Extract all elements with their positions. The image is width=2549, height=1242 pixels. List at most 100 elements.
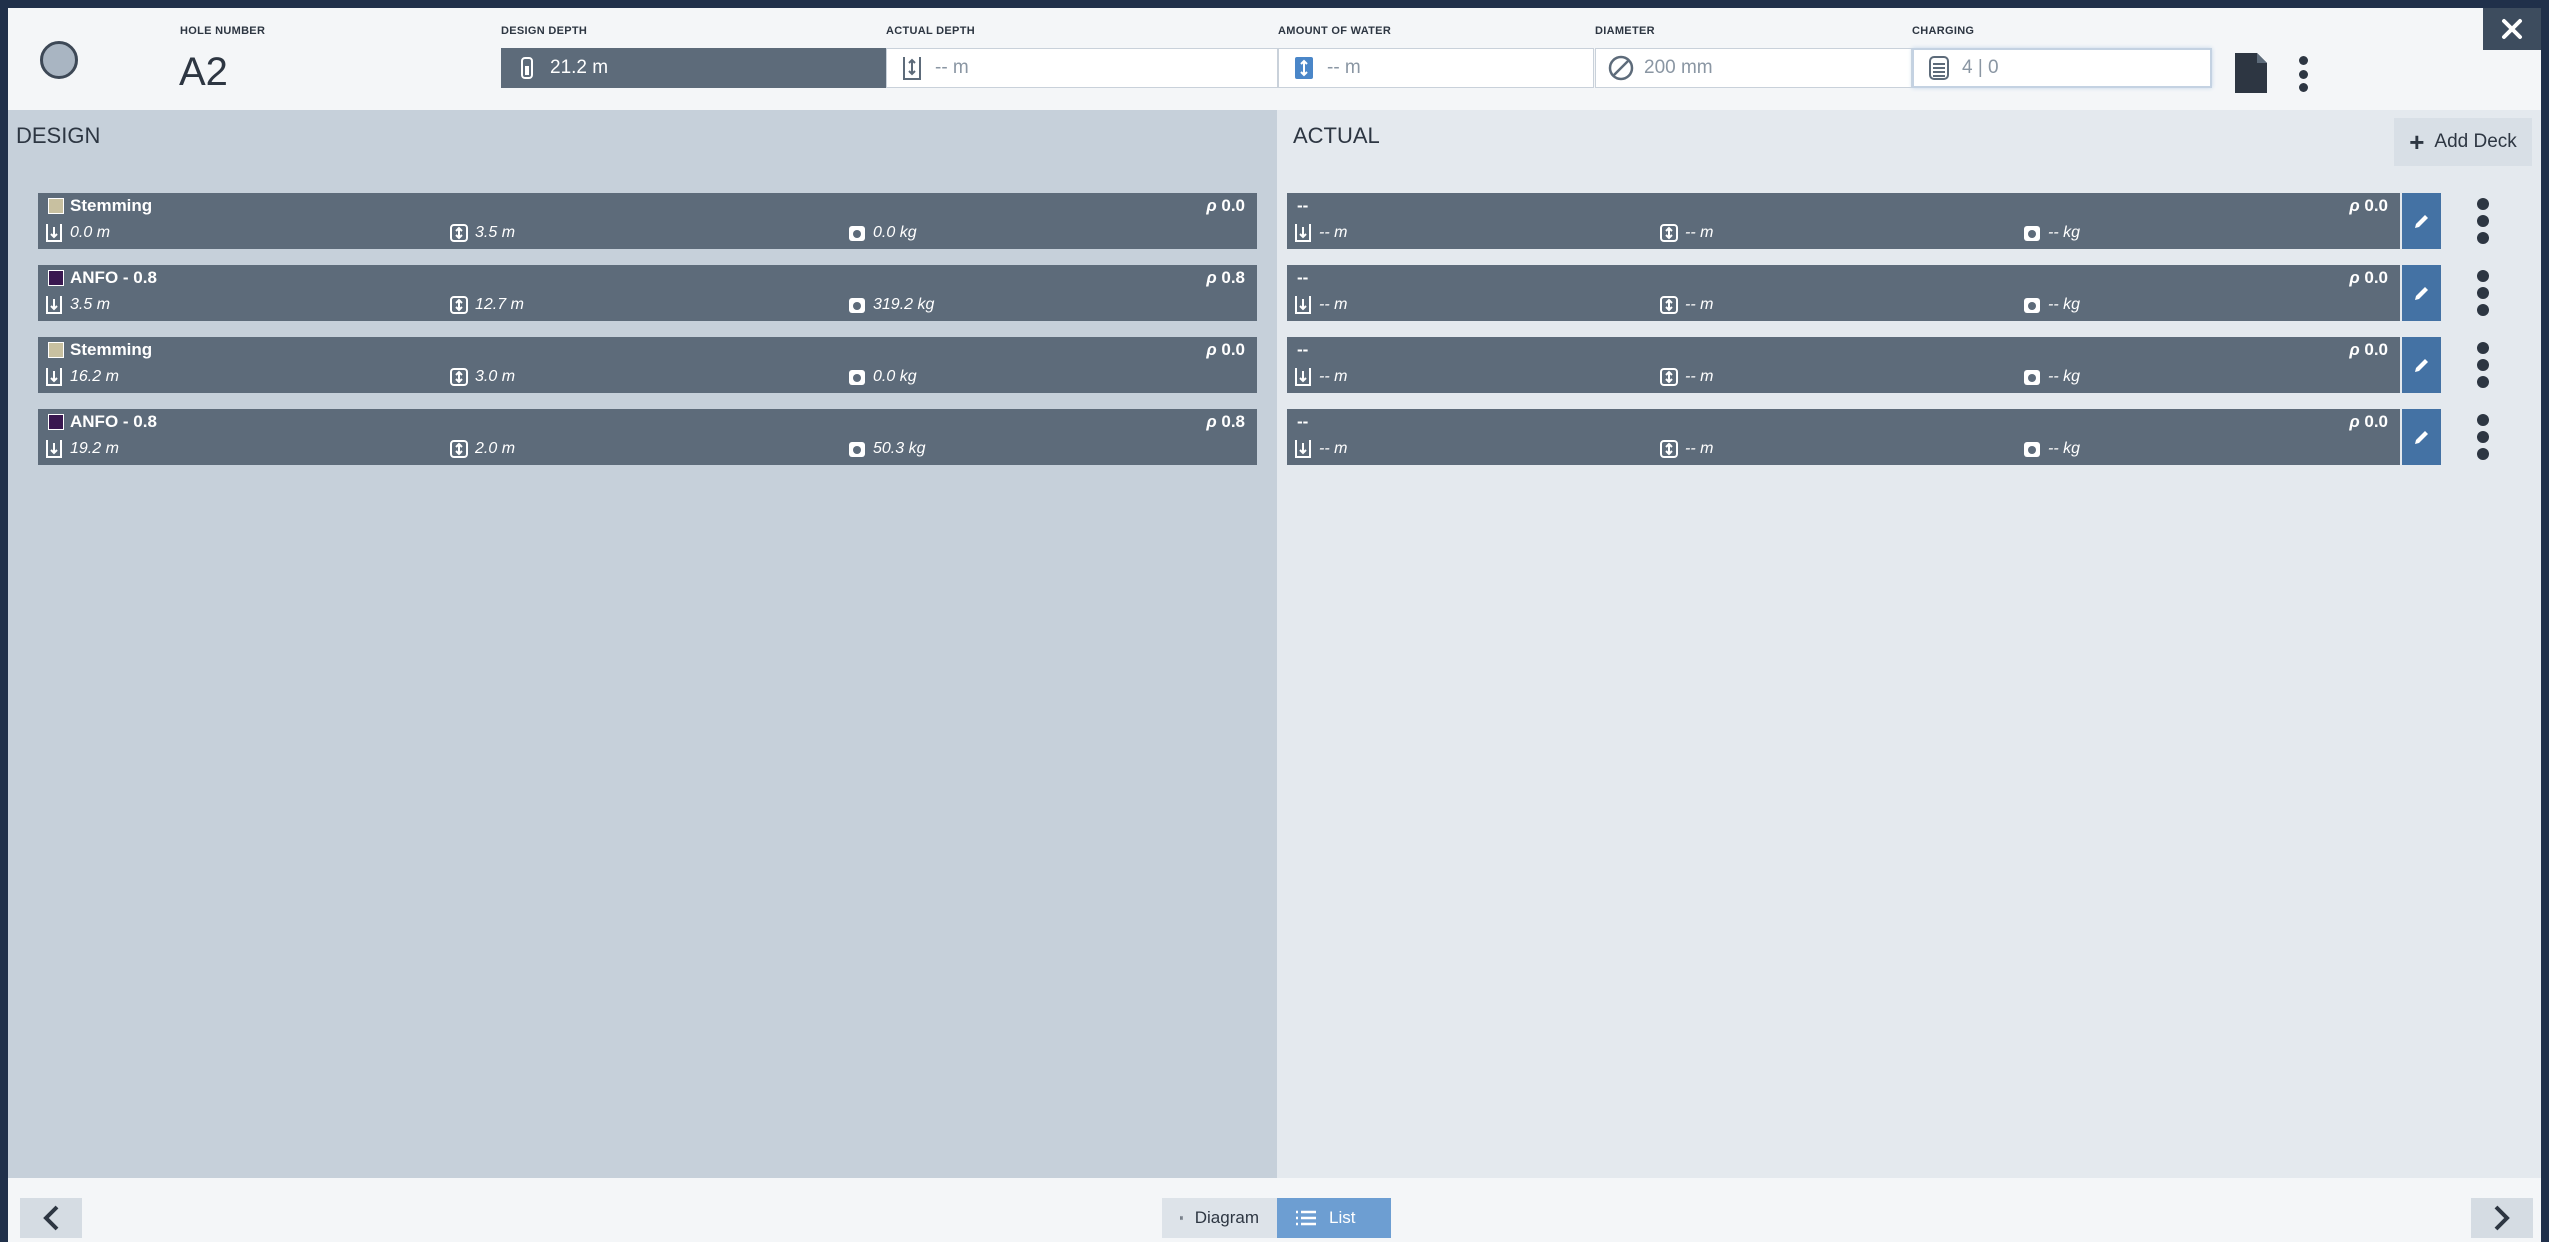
next-hole-button[interactable] <box>2471 1198 2533 1238</box>
deck-weight-icon <box>2024 442 2040 457</box>
charging-label: CHARGING <box>1912 25 1975 37</box>
water-label: AMOUNT OF WATER <box>1278 25 1392 37</box>
design-depth-field: 21.2 m <box>501 48 886 88</box>
actual-depth-value: -- m <box>935 57 969 78</box>
deck-mass-value: -- kg <box>2048 440 2080 457</box>
more-options-button[interactable] <box>2298 56 2308 92</box>
deck-length-icon <box>450 296 468 314</box>
design-deck-row[interactable]: Stemming ρ 0.0 16.2 m 3.0 m 0.0 kg <box>38 337 1257 393</box>
deck-weight-icon <box>849 370 865 385</box>
diameter-input[interactable]: 200 mm <box>1595 48 1912 88</box>
view-toggle: Diagram List <box>1162 1198 1391 1238</box>
hole-depth-icon <box>514 54 540 82</box>
design-panel-title: DESIGN <box>16 123 101 148</box>
actual-deck-row[interactable]: -- ρ 0.0 -- m -- m -- kg <box>1287 409 2400 465</box>
actual-deck-row[interactable]: -- ρ 0.0 -- m -- m -- kg <box>1287 265 2400 321</box>
deck-length-icon <box>1660 296 1678 314</box>
diameter-value: 200 mm <box>1644 57 1713 78</box>
deck-length-value: 12.7 m <box>475 296 524 313</box>
footer: Diagram List <box>8 1178 2541 1242</box>
design-depth-label: DESIGN DEPTH <box>501 25 588 37</box>
deck-name: ANFO - 0.8 <box>70 412 157 431</box>
deck-length-icon <box>1660 440 1678 458</box>
deck-options-button[interactable] <box>2477 270 2489 316</box>
deck-density: ρ 0.0 <box>1206 196 1245 215</box>
deck-mass-value: 0.0 kg <box>873 224 917 241</box>
deck-top-value: -- m <box>1319 224 1348 241</box>
deck-top-icon <box>46 296 62 314</box>
deck-top-value: 0.0 m <box>70 224 111 241</box>
diagram-view-button[interactable]: Diagram <box>1162 1198 1277 1238</box>
deck-density: ρ 0.0 <box>2349 196 2388 215</box>
charging-icon <box>1926 54 1952 82</box>
diagram-icon <box>1180 1216 1183 1220</box>
water-value: -- m <box>1327 57 1361 78</box>
deck-color-swatch <box>48 414 64 430</box>
design-deck-row[interactable]: ANFO - 0.8 ρ 0.8 19.2 m 2.0 m 50.3 kg <box>38 409 1257 465</box>
deck-top-icon <box>46 224 62 242</box>
deck-top-value: -- m <box>1319 296 1348 313</box>
deck-options-button[interactable] <box>2477 342 2489 388</box>
edit-deck-button[interactable] <box>2402 265 2441 321</box>
charging-input[interactable]: 4 | 0 <box>1912 48 2212 88</box>
previous-hole-button[interactable] <box>20 1198 82 1238</box>
deck-weight-icon <box>849 226 865 241</box>
actual-depth-input[interactable]: -- m <box>886 48 1278 88</box>
add-deck-label: Add Deck <box>2434 131 2517 152</box>
deck-length-value: -- m <box>1685 296 1714 313</box>
design-depth-value: 21.2 m <box>550 57 609 78</box>
pencil-icon <box>2414 287 2428 300</box>
add-deck-button[interactable]: + Add Deck <box>2394 118 2532 166</box>
edit-deck-button[interactable] <box>2402 409 2441 465</box>
list-icon <box>1296 1210 1316 1226</box>
deck-top-icon <box>1295 368 1311 386</box>
deck-length-icon <box>450 440 468 458</box>
deck-density: ρ 0.8 <box>1206 412 1245 431</box>
deck-name: -- <box>1297 196 1309 215</box>
list-view-button[interactable]: List <box>1277 1198 1391 1238</box>
pencil-icon <box>2414 215 2428 228</box>
deck-top-icon <box>1295 224 1311 242</box>
deck-weight-icon <box>849 298 865 313</box>
deck-mass-value: -- kg <box>2048 296 2080 313</box>
deck-mass-value: -- kg <box>2048 368 2080 385</box>
deck-density: ρ 0.0 <box>1206 340 1245 359</box>
design-deck-row[interactable]: Stemming ρ 0.0 0.0 m 3.5 m 0.0 kg <box>38 193 1257 249</box>
edit-deck-button[interactable] <box>2402 337 2441 393</box>
water-input[interactable]: -- m <box>1278 48 1594 88</box>
chevron-left-icon <box>43 1205 59 1231</box>
deck-length-icon <box>450 368 468 386</box>
deck-length-value: 3.0 m <box>475 368 516 385</box>
plus-icon: + <box>2409 126 2425 157</box>
water-level-icon <box>1291 54 1317 82</box>
diameter-label: DIAMETER <box>1595 25 1655 37</box>
deck-density: ρ 0.0 <box>2349 412 2388 431</box>
deck-top-value: 19.2 m <box>70 440 119 457</box>
depth-measure-icon <box>899 54 925 82</box>
actual-deck-row[interactable]: -- ρ 0.0 -- m -- m -- kg <box>1287 193 2400 249</box>
deck-mass-value: 0.0 kg <box>873 368 917 385</box>
design-deck-row[interactable]: ANFO - 0.8 ρ 0.8 3.5 m 12.7 m 319.2 kg <box>38 265 1257 321</box>
deck-name: -- <box>1297 412 1309 431</box>
actual-depth-label: ACTUAL DEPTH <box>886 25 975 37</box>
deck-top-value: -- m <box>1319 368 1348 385</box>
actual-panel: ACTUAL + Add Deck -- ρ 0.0 -- m -- m -- … <box>1277 110 2541 1178</box>
actual-deck-row[interactable]: -- ρ 0.0 -- m -- m -- kg <box>1287 337 2400 393</box>
deck-top-icon <box>1295 296 1311 314</box>
hole-status-indicator <box>40 41 78 79</box>
deck-name: -- <box>1297 268 1309 287</box>
deck-top-icon <box>46 368 62 386</box>
deck-options-button[interactable] <box>2477 414 2489 460</box>
hole-number: A2 <box>179 50 228 94</box>
deck-options-button[interactable] <box>2477 198 2489 244</box>
edit-deck-button[interactable] <box>2402 193 2441 249</box>
deck-weight-icon <box>2024 370 2040 385</box>
document-icon[interactable] <box>2233 51 2269 95</box>
deck-weight-icon <box>2024 226 2040 241</box>
hole-detail-modal: HOLE NUMBER A2 DESIGN DEPTH 21.2 m ACTUA… <box>8 8 2541 1242</box>
deck-density: ρ 0.0 <box>2349 268 2388 287</box>
deck-length-value: 3.5 m <box>475 224 516 241</box>
deck-top-value: -- m <box>1319 440 1348 457</box>
deck-top-value: 3.5 m <box>70 296 111 313</box>
close-button[interactable] <box>2483 8 2541 50</box>
